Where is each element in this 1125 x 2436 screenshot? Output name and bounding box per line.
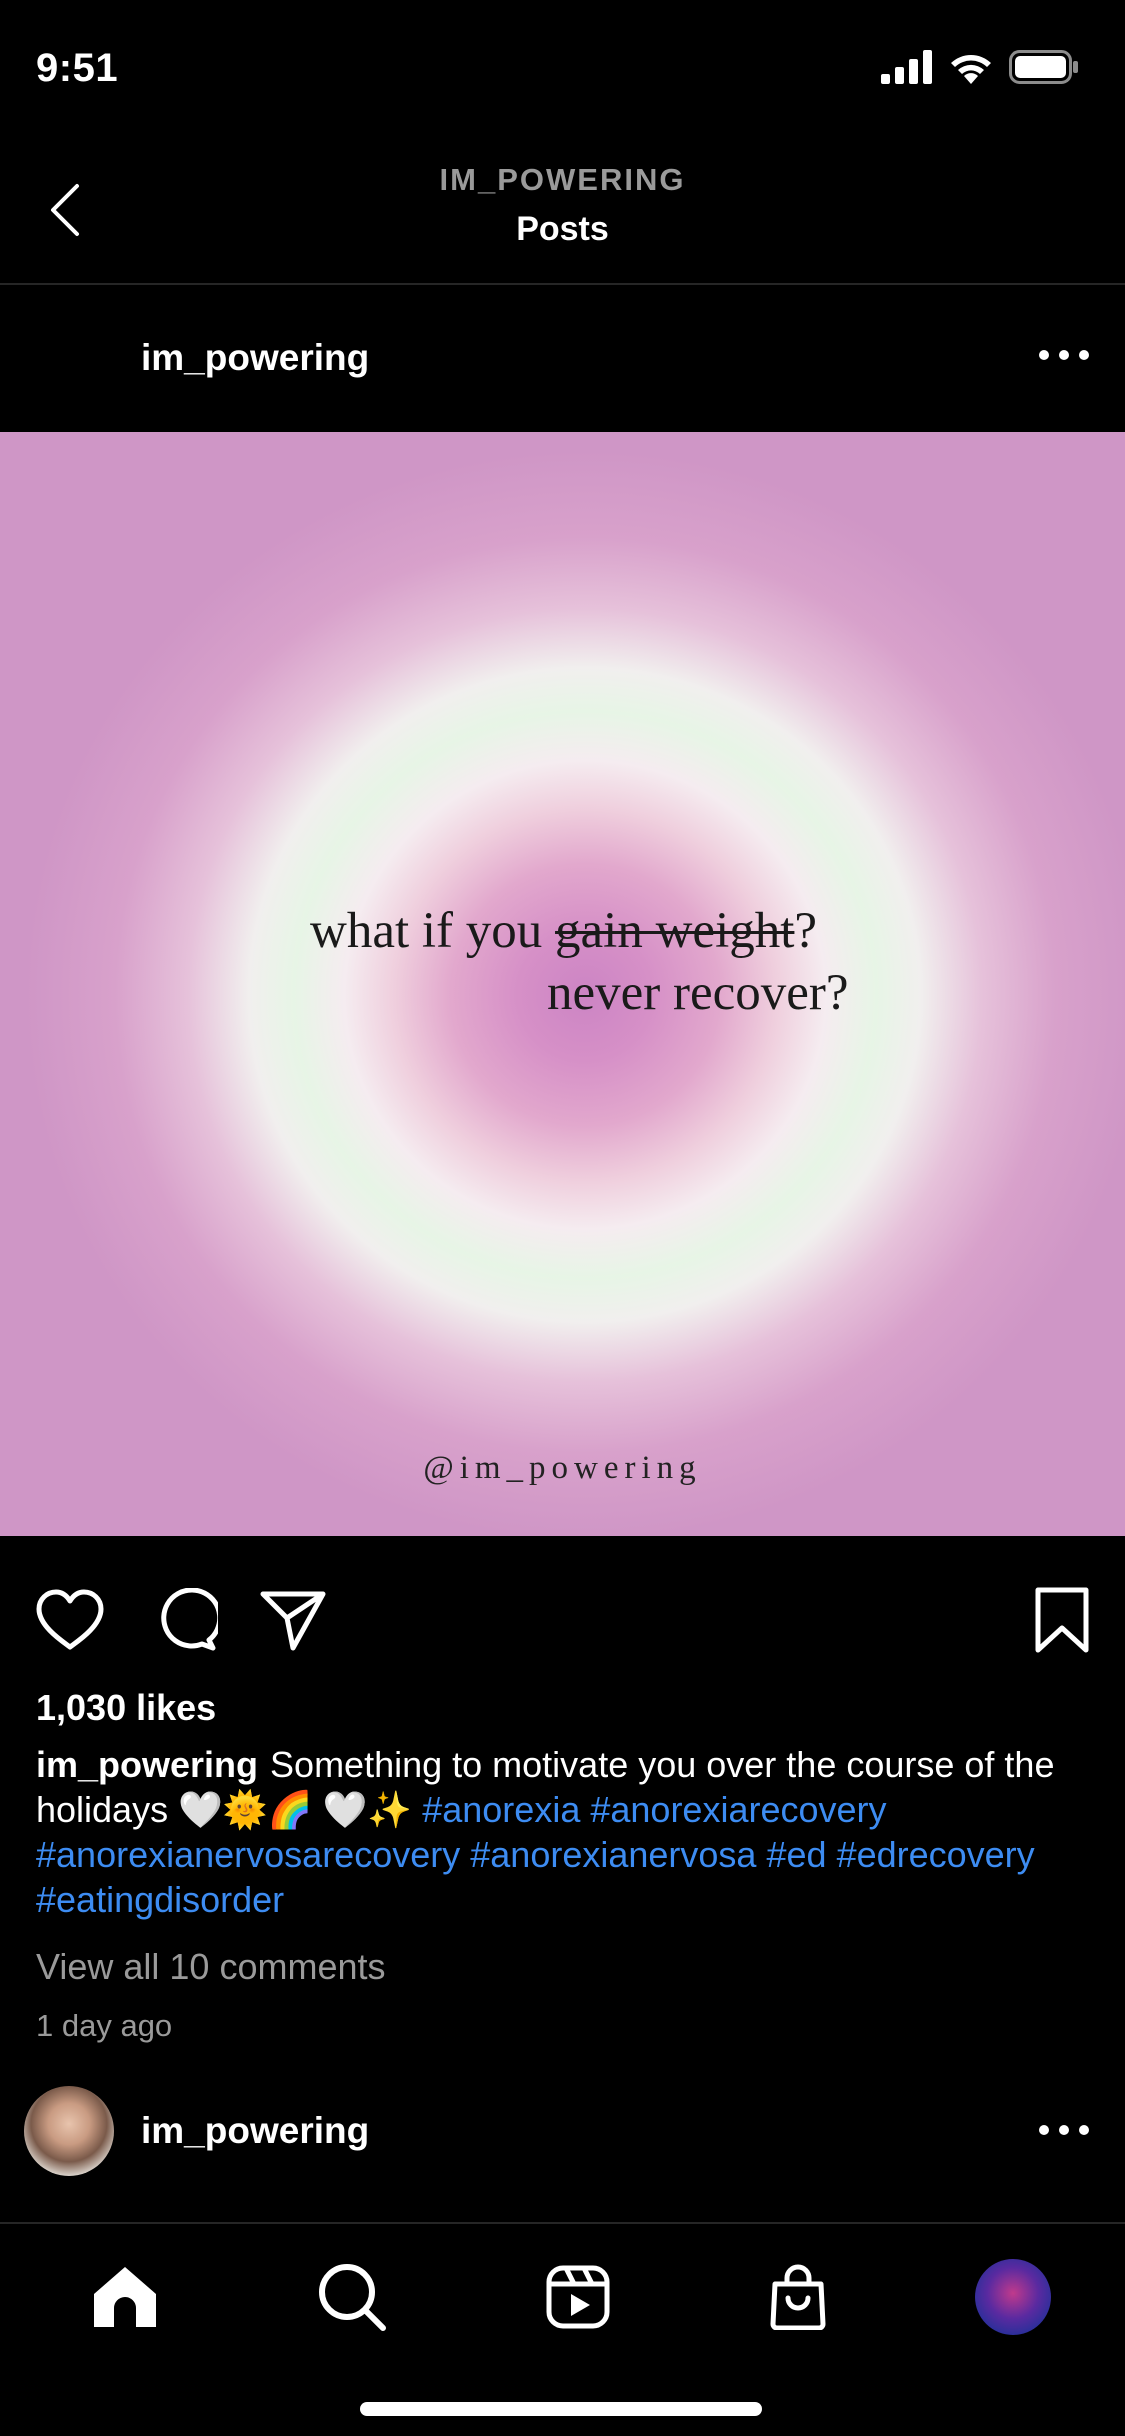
page-title: Posts bbox=[516, 210, 609, 248]
hashtag[interactable]: #anorexiarecovery bbox=[590, 1789, 886, 1830]
post-username[interactable]: im_powering bbox=[141, 337, 369, 379]
hashtag[interactable]: #ed bbox=[766, 1834, 826, 1875]
comment-icon bbox=[161, 1588, 218, 1651]
hashtag[interactable]: #anorexianervosa bbox=[470, 1834, 756, 1875]
post-header: im_powering bbox=[0, 287, 1125, 432]
status-icons bbox=[881, 50, 1079, 84]
more-dot-icon bbox=[1079, 350, 1089, 360]
share-icon bbox=[260, 1591, 326, 1651]
tab-search[interactable] bbox=[307, 2252, 397, 2342]
tab-profile[interactable] bbox=[968, 2252, 1058, 2342]
hashtag[interactable]: #eatingdisorder bbox=[36, 1879, 284, 1920]
more-dot-icon bbox=[1079, 2125, 1089, 2135]
signal-icon bbox=[881, 50, 932, 84]
tab-shop[interactable] bbox=[753, 2252, 843, 2342]
more-options-button[interactable] bbox=[1039, 335, 1089, 375]
share-button[interactable] bbox=[253, 1580, 333, 1660]
profile-avatar bbox=[975, 2259, 1051, 2335]
heart-icon bbox=[36, 1589, 104, 1650]
post-actions bbox=[0, 1580, 1125, 1670]
comment-button[interactable] bbox=[146, 1580, 226, 1660]
tab-reels[interactable] bbox=[533, 2252, 623, 2342]
wifi-icon bbox=[951, 55, 991, 84]
status-time: 9:51 bbox=[36, 46, 119, 90]
home-indicator bbox=[360, 2402, 762, 2416]
hashtag[interactable]: #anorexia bbox=[422, 1789, 580, 1830]
caption-username[interactable]: im_powering bbox=[36, 1744, 258, 1785]
hashtag[interactable]: #anorexianervosarecovery bbox=[36, 1834, 460, 1875]
search-icon bbox=[319, 2264, 386, 2331]
nav-header: IM_POWERING Posts bbox=[0, 140, 1125, 285]
next-post-header: im_powering bbox=[0, 2080, 1125, 2200]
reels-icon bbox=[546, 2265, 610, 2329]
bookmark-icon bbox=[1035, 1587, 1089, 1653]
more-dot-icon bbox=[1059, 350, 1069, 360]
post-image[interactable]: what if you gain weight? never recover? … bbox=[0, 432, 1125, 1536]
shop-icon bbox=[770, 2264, 826, 2330]
tab-home[interactable] bbox=[80, 2252, 170, 2342]
view-comments-link[interactable]: View all 10 comments bbox=[36, 1946, 386, 1988]
image-text-line1: what if you gain weight? bbox=[310, 902, 817, 960]
status-bar: 9:51 bbox=[0, 0, 1125, 140]
avatar[interactable] bbox=[24, 2086, 114, 2176]
image-text-line2: never recover? bbox=[547, 965, 849, 1021]
image-text-suffix: ? bbox=[794, 903, 818, 959]
likes-count[interactable]: 1,030 likes bbox=[36, 1687, 216, 1729]
post-caption: im_powering Something to motivate you ove… bbox=[36, 1742, 1096, 1922]
post-timestamp: 1 day ago bbox=[36, 2008, 173, 2043]
more-dot-icon bbox=[1059, 2125, 1069, 2135]
like-button[interactable] bbox=[30, 1580, 110, 1660]
more-dot-icon bbox=[1039, 350, 1049, 360]
image-text-prefix: what if you bbox=[310, 903, 556, 959]
image-watermark: @im_powering bbox=[423, 1450, 702, 1486]
save-button[interactable] bbox=[1022, 1580, 1102, 1660]
battery-icon bbox=[1009, 50, 1078, 84]
next-more-options-button[interactable] bbox=[1039, 2110, 1089, 2150]
next-post-username[interactable]: im_powering bbox=[141, 2110, 369, 2152]
image-text-strikethrough: gain weight bbox=[555, 903, 795, 959]
home-icon bbox=[94, 2267, 156, 2327]
header-subtitle: IM_POWERING bbox=[439, 162, 686, 197]
hashtag[interactable]: #edrecovery bbox=[837, 1834, 1035, 1875]
more-dot-icon bbox=[1039, 2125, 1049, 2135]
